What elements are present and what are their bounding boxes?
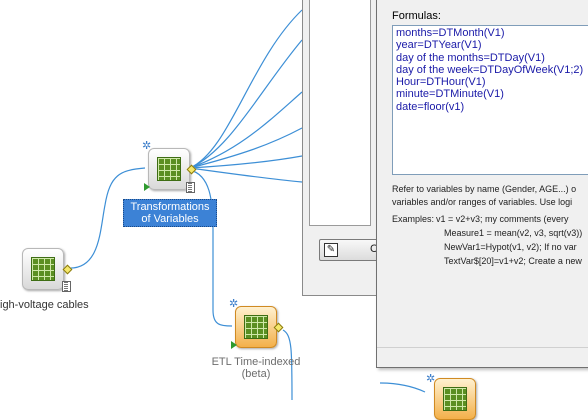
run-play-icon[interactable] [144, 183, 150, 191]
formula-line: Hour=DTHour(V1) [396, 76, 486, 89]
example-line: v1 = v2+v3; my comments (every [436, 214, 569, 224]
link-transform-out-1 [189, 9, 303, 169]
background-dialog-panel [309, 0, 371, 226]
node-transformations[interactable]: ✲ [142, 140, 202, 196]
tool-icon: ✎ [324, 243, 338, 257]
dataset-grid-icon [443, 387, 467, 411]
link-transform-out-3 [189, 91, 303, 169]
formula-line: months=DTMonth(V1) [396, 27, 505, 39]
help-text: Refer to variables by name (Gender, AGE.… [392, 183, 576, 209]
example-line: TextVar$[20]=v1+v2; Create a new [444, 256, 582, 266]
link-right-bottom [379, 382, 426, 393]
node-partial-box[interactable] [434, 378, 476, 420]
formula-line: minute=DTMinute(V1) [396, 88, 504, 101]
dialog-divider [377, 347, 588, 348]
output-port-icon[interactable] [62, 264, 73, 275]
formulas-label: Formulas: [392, 10, 441, 22]
background-dialog: ✎ C [302, 0, 389, 296]
examples-label: Examples: [392, 214, 435, 224]
formula-line: date=floor(v1) [396, 100, 465, 113]
link-transform-out-4 [189, 127, 303, 169]
dataset-grid-icon [31, 257, 55, 281]
node-cables-label: igh-voltage cables [0, 299, 89, 311]
run-play-icon[interactable] [231, 341, 237, 349]
formula-line: year=DTYear(V1) [396, 39, 482, 52]
link-transform-out-2 [189, 39, 303, 169]
link-transform-out-6 [189, 167, 303, 183]
node-partial-bottom[interactable]: ✲ [426, 370, 486, 420]
formulas-dialog: Formulas: months=DTMonth(V1) year=DTYear… [376, 0, 588, 368]
example-line: Measure1 = mean(v2, v3, sqrt(v3)) [444, 228, 583, 238]
formulas-textarea[interactable]: months=DTMonth(V1) year=DTYear(V1) day o… [392, 25, 588, 175]
node-transform-box[interactable] [148, 148, 190, 190]
node-high-voltage-cables[interactable] [22, 248, 82, 298]
node-etl-label: ETL Time-indexed (beta) [211, 356, 301, 380]
document-icon[interactable] [186, 182, 195, 193]
node-etl-box[interactable] [235, 306, 277, 348]
dataset-grid-icon [244, 315, 268, 339]
help-line: Refer to variables by name (Gender, AGE.… [392, 184, 577, 194]
formula-line: day of the week=DTDayOfWeek(V1;2) [396, 63, 584, 76]
document-icon[interactable] [62, 281, 71, 292]
formula-line: day of the months=DTDay(V1) [396, 51, 545, 64]
node-etl-time-indexed[interactable]: ✲ [229, 298, 289, 354]
dataset-grid-icon [157, 157, 181, 181]
help-line: variables and/or ranges of variables. Us… [392, 197, 573, 207]
example-line: NewVar1=Hypot(v1, v2); If no var [444, 242, 577, 252]
node-transform-label[interactable]: Transformations of Variables [123, 199, 217, 227]
node-cables-box[interactable] [22, 248, 64, 290]
